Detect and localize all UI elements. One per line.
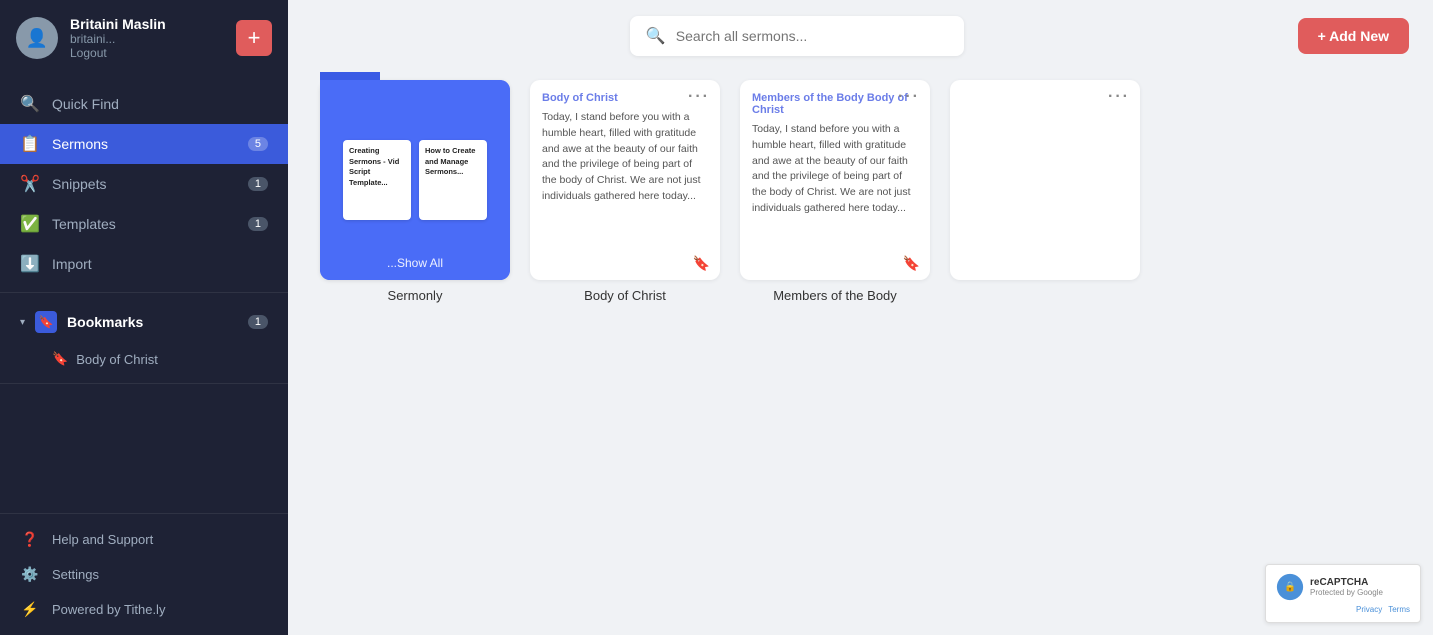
card-text-2: Today, I stand before you with a humble … bbox=[752, 122, 918, 217]
recaptcha-top: 🔒 reCAPTCHA Protected by Google bbox=[1276, 573, 1410, 601]
templates-badge: 1 bbox=[248, 217, 268, 231]
logout-link[interactable]: Logout bbox=[70, 46, 224, 60]
snippets-badge: 1 bbox=[248, 177, 268, 191]
recaptcha-box: 🔒 reCAPTCHA Protected by Google Privacy … bbox=[1265, 564, 1421, 623]
card-content-2: Members of the Body Body of Christ Today… bbox=[740, 80, 930, 280]
user-name: Britaini Maslin bbox=[70, 16, 224, 32]
svg-text:🔒: 🔒 bbox=[1284, 581, 1296, 593]
search-bar: 🔍 bbox=[630, 16, 964, 56]
footer-help[interactable]: ❓ Help and Support bbox=[0, 522, 288, 557]
settings-icon: ⚙️ bbox=[20, 566, 40, 583]
recaptcha-logo-icon: 🔒 bbox=[1276, 573, 1304, 601]
nav-item-import[interactable]: ⬇️ Import bbox=[0, 244, 288, 284]
card-content: Body of Christ Today, I stand before you… bbox=[530, 80, 720, 280]
search-icon: 🔍 bbox=[646, 26, 666, 46]
card-text: Today, I stand before you with a humble … bbox=[542, 110, 708, 205]
add-button[interactable]: + bbox=[236, 20, 272, 56]
quick-find-label: Quick Find bbox=[52, 96, 268, 112]
avatar: 👤 bbox=[16, 17, 58, 59]
sermons-label: Sermons bbox=[52, 136, 236, 152]
sermon-card-empty[interactable]: ··· bbox=[950, 80, 1140, 280]
import-icon: ⬇️ bbox=[20, 254, 40, 274]
bookmarks-badge: 1 bbox=[248, 315, 268, 329]
footer-powered[interactable]: ⚡ Powered by Tithe.ly bbox=[0, 592, 288, 627]
bookmark-label: Body of Christ bbox=[76, 352, 158, 367]
card-label-2: Members of the Body bbox=[767, 280, 903, 315]
sidebar-header: 👤 Britaini Maslin britaini... Logout + bbox=[0, 0, 288, 76]
recaptcha-label: reCAPTCHA bbox=[1310, 577, 1383, 588]
templates-label: Templates bbox=[52, 216, 236, 232]
search-input[interactable] bbox=[676, 28, 948, 44]
recaptcha-terms-link[interactable]: Terms bbox=[1388, 605, 1410, 614]
card-bookmark-icon-2: 🔖 bbox=[903, 255, 920, 272]
snippets-label: Snippets bbox=[52, 176, 236, 192]
text-card-wrapper-2: ··· Members of the Body Body of Christ T… bbox=[740, 80, 930, 315]
sermons-icon: 📋 bbox=[20, 134, 40, 154]
divider bbox=[0, 292, 288, 293]
folder-card-label: Sermonly bbox=[382, 280, 449, 315]
powered-label: Powered by Tithe.ly bbox=[52, 602, 165, 617]
nav-item-templates[interactable]: ✅ Templates 1 bbox=[0, 204, 288, 244]
card-bookmark-icon: 🔖 bbox=[693, 255, 710, 272]
sermons-badge: 5 bbox=[248, 137, 268, 151]
chevron-down-icon: ▾ bbox=[20, 317, 25, 328]
folder-card-wrapper: Creating Sermons - Vid Script Template..… bbox=[320, 80, 510, 315]
bookmark-icon: 🔖 bbox=[52, 351, 68, 367]
user-info: Britaini Maslin britaini... Logout bbox=[70, 16, 224, 60]
snippets-icon: ✂️ bbox=[20, 174, 40, 194]
card-church-label: Body of Christ bbox=[542, 92, 708, 104]
card-menu-button[interactable]: ··· bbox=[688, 88, 710, 106]
footer-settings[interactable]: ⚙️ Settings bbox=[0, 557, 288, 592]
recaptcha-privacy-link[interactable]: Privacy bbox=[1356, 605, 1382, 614]
powered-icon: ⚡ bbox=[20, 601, 40, 618]
mini-doc-1-title: Creating Sermons - Vid Script Template..… bbox=[349, 146, 405, 188]
card-menu-button-3[interactable]: ··· bbox=[1108, 88, 1130, 106]
recaptcha-text: reCAPTCHA Protected by Google bbox=[1310, 577, 1383, 597]
text-card-wrapper-1: ··· Body of Christ Today, I stand before… bbox=[530, 80, 720, 315]
mini-doc-2-title: How to Create and Manage Sermons... bbox=[425, 146, 481, 178]
import-label: Import bbox=[52, 256, 268, 272]
nav-item-snippets[interactable]: ✂️ Snippets 1 bbox=[0, 164, 288, 204]
card-label-1: Body of Christ bbox=[578, 280, 672, 315]
recaptcha-links: Privacy Terms bbox=[1276, 605, 1410, 614]
help-label: Help and Support bbox=[52, 532, 153, 547]
bookmark-item-body-of-christ[interactable]: 🔖 Body of Christ bbox=[0, 343, 288, 375]
sidebar: 👤 Britaini Maslin britaini... Logout + 🔍… bbox=[0, 0, 288, 635]
bookmarks-label: Bookmarks bbox=[67, 314, 238, 330]
mini-doc-2: How to Create and Manage Sermons... bbox=[419, 140, 487, 220]
search-icon: 🔍 bbox=[20, 94, 40, 114]
empty-card-wrapper: ··· bbox=[950, 80, 1140, 315]
card-menu-button-2[interactable]: ··· bbox=[898, 88, 920, 106]
sidebar-footer: ❓ Help and Support ⚙️ Settings ⚡ Powered… bbox=[0, 513, 288, 635]
help-icon: ❓ bbox=[20, 531, 40, 548]
sermon-card-members[interactable]: ··· Members of the Body Body of Christ T… bbox=[740, 80, 930, 280]
sermon-card-body-of-christ[interactable]: ··· Body of Christ Today, I stand before… bbox=[530, 80, 720, 280]
sidebar-nav: 🔍 Quick Find 📋 Sermons 5 ✂️ Snippets 1 ✅… bbox=[0, 76, 288, 513]
add-new-button[interactable]: + Add New bbox=[1298, 18, 1409, 54]
card-church-label-2: Members of the Body Body of Christ bbox=[752, 92, 918, 116]
show-all-label[interactable]: ...Show All bbox=[320, 256, 510, 270]
main-content: 🔍 + Add New Creating Sermons - Vid Scrip… bbox=[288, 0, 1433, 635]
cards-area: Creating Sermons - Vid Script Template..… bbox=[288, 72, 1433, 635]
bookmarks-header[interactable]: ▾ 🔖 Bookmarks 1 bbox=[0, 301, 288, 343]
templates-icon: ✅ bbox=[20, 214, 40, 234]
nav-item-sermons[interactable]: 📋 Sermons 5 bbox=[0, 124, 288, 164]
bookmarks-icon: 🔖 bbox=[35, 311, 57, 333]
sermon-card-sermonly[interactable]: Creating Sermons - Vid Script Template..… bbox=[320, 80, 510, 280]
settings-label: Settings bbox=[52, 567, 99, 582]
folder-body: Creating Sermons - Vid Script Template..… bbox=[320, 80, 510, 280]
mini-doc-1: Creating Sermons - Vid Script Template..… bbox=[343, 140, 411, 220]
topbar: 🔍 + Add New bbox=[288, 0, 1433, 72]
divider2 bbox=[0, 383, 288, 384]
nav-item-quick-find[interactable]: 🔍 Quick Find bbox=[0, 84, 288, 124]
user-email: britaini... bbox=[70, 32, 224, 46]
